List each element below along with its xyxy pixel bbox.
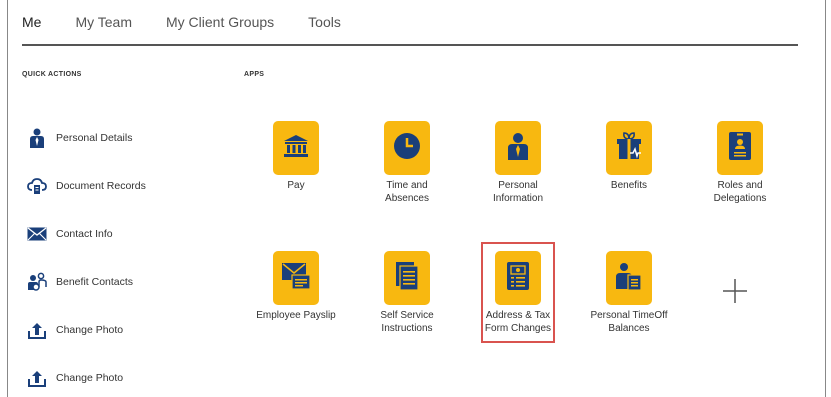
app-tile [273,251,319,305]
app-benefits[interactable]: Benefits [579,121,679,192]
quick-action-label: Change Photo [56,324,124,336]
app-label: Roles and Delegations [713,180,767,204]
quick-action-label: Change Photo [56,372,124,384]
tabs-divider [22,44,798,46]
tab-me[interactable]: Me [22,14,41,42]
upload-icon [26,319,48,341]
person-icon [507,132,529,165]
person-icon [26,127,48,149]
app-tile [384,121,430,175]
selected-app-highlight [481,242,555,343]
quick-action-label: Document Records [56,180,146,192]
quick-action-benefit-contacts[interactable]: Benefit Contacts [26,258,146,306]
app-tile [606,121,652,175]
add-app-button[interactable] [720,278,750,308]
quick-actions-list: Personal Details Document Records Contac… [26,114,146,397]
apps-heading: APPS [244,71,265,78]
quick-action-change-photo[interactable]: Change Photo [26,306,146,354]
documents-icon [395,261,419,296]
app-frame: Me My Team My Client Groups Tools QUICK … [7,0,826,397]
plus-icon [722,278,748,309]
app-label: Self Service Instructions [380,310,434,334]
payslip-envelope-icon [281,261,311,296]
app-pay[interactable]: Pay [246,121,346,192]
tab-my-client-groups[interactable]: My Client Groups [166,14,274,42]
app-tile [273,121,319,175]
app-label: Personal Information [492,180,544,204]
envelope-icon [26,223,48,245]
quick-action-change-photo-2[interactable]: Change Photo [26,354,146,397]
quick-action-label: Contact Info [56,228,113,240]
document-cloud-icon [26,175,48,197]
app-label: Benefits [610,180,648,191]
quick-action-document-records[interactable]: Document Records [26,162,146,210]
app-label: Pay [287,180,305,191]
app-label: Time and Absences [385,180,429,204]
app-personal-information[interactable]: Personal Information [468,121,568,205]
clock-icon [393,132,421,165]
tab-tools[interactable]: Tools [308,14,341,42]
quick-actions-heading: QUICK ACTIONS [22,71,82,78]
person-document-icon [615,261,643,296]
id-badge-icon [728,131,752,166]
app-self-service-instructions[interactable]: Self Service Instructions [357,251,457,335]
app-tile [717,121,763,175]
top-tabs: Me My Team My Client Groups Tools [22,14,375,42]
group-contacts-icon [26,271,48,293]
app-tile [384,251,430,305]
upload-icon [26,367,48,389]
app-employee-payslip[interactable]: Employee Payslip [246,251,346,322]
app-roles-and-delegations[interactable]: Roles and Delegations [690,121,790,205]
tab-my-team[interactable]: My Team [75,14,132,42]
quick-action-label: Benefit Contacts [56,276,134,288]
quick-action-contact-info[interactable]: Contact Info [26,210,146,258]
app-tile [495,121,541,175]
gift-icon [615,131,643,166]
app-tile [606,251,652,305]
quick-action-personal-details[interactable]: Personal Details [26,114,146,162]
app-label: Personal TimeOff Balances [590,310,668,334]
app-label: Employee Payslip [256,310,336,321]
bank-icon [283,134,309,163]
app-time-and-absences[interactable]: Time and Absences [357,121,457,205]
quick-action-label: Personal Details [56,132,133,144]
app-personal-timeoff-balances[interactable]: Personal TimeOff Balances [579,251,679,335]
